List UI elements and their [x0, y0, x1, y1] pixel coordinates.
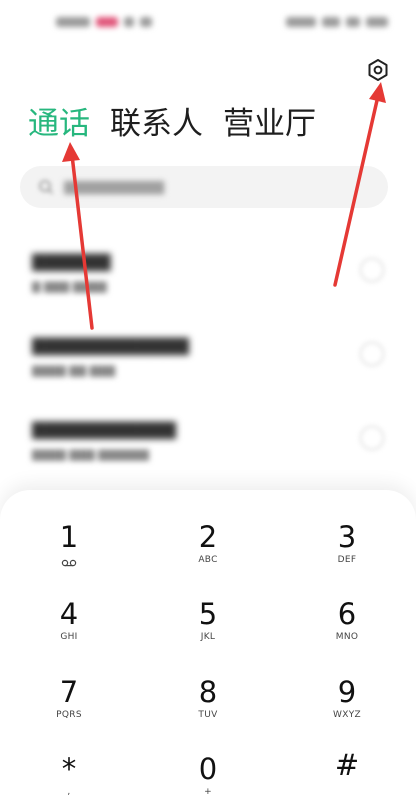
key-7[interactable]: 7 PQRS [14, 675, 124, 745]
key-digit: 0 [198, 752, 218, 786]
search-placeholder-blurred: ▇▇▇▇▇▇▇▇▇▇ [64, 179, 164, 195]
call-meta-blurred: ▇ ▇▇▇ ▇▇▇▇ [32, 280, 107, 293]
key-digit: 5 [198, 597, 218, 631]
key-6[interactable]: 6 MNO [292, 597, 402, 667]
key-digit: 6 [337, 597, 357, 631]
key-8[interactable]: 8 TUV [153, 675, 263, 745]
key-2[interactable]: 2 ABC [153, 520, 263, 590]
call-name-blurred: ▇▇▇▇▇▇▇▇▇▇▇ [32, 420, 176, 440]
key-letters: TUV [198, 710, 218, 720]
key-digit: 1 [59, 520, 79, 554]
key-star[interactable]: * , [14, 752, 124, 800]
key-letters: , [67, 787, 71, 797]
call-log-item[interactable]: ▇▇▇▇▇▇▇▇▇▇▇ ▇▇▇▇ ▇▇▇ ▇▇▇▇▇▇ [0, 420, 416, 494]
key-letters: PQRS [56, 710, 82, 720]
key-letters: ABC [198, 555, 218, 565]
status-bar [0, 0, 416, 44]
settings-button[interactable] [365, 57, 391, 83]
key-digit: * [61, 752, 77, 786]
search-input[interactable]: ▇▇▇▇▇▇▇▇▇▇ [20, 166, 388, 208]
info-icon[interactable] [360, 426, 384, 450]
key-digit: 2 [198, 520, 218, 554]
call-name-blurred: ▇▇▇▇▇▇▇▇▇▇▇▇ [32, 336, 189, 356]
key-5[interactable]: 5 JKL [153, 597, 263, 667]
key-digit: 8 [198, 675, 218, 709]
key-3[interactable]: 3 DEF [292, 520, 402, 590]
status-right-blurred [286, 14, 388, 30]
key-letters: MNO [335, 632, 359, 642]
call-log-item[interactable]: ▇▇▇▇▇▇ ▇ ▇▇▇ ▇▇▇▇ [0, 252, 416, 326]
key-4[interactable]: 4 GHI [14, 597, 124, 667]
key-letters: JKL [200, 632, 216, 642]
call-name-blurred: ▇▇▇▇▇▇ [32, 252, 111, 272]
key-digit: # [334, 748, 360, 782]
call-meta-blurred: ▇▇▇▇ ▇▇▇ ▇▇▇▇▇▇ [32, 448, 149, 461]
status-left-blurred [56, 14, 152, 30]
info-icon[interactable] [360, 258, 384, 282]
info-icon[interactable] [360, 342, 384, 366]
arrow-head-settings [369, 82, 386, 103]
call-log-item[interactable]: ▇▇▇▇▇▇▇▇▇▇▇▇ ▇▇▇▇ ▇▇ ▇▇▇ [0, 336, 416, 410]
key-hash[interactable]: # [292, 748, 402, 800]
search-icon [39, 180, 54, 195]
tab-calls[interactable]: 通话 [28, 100, 90, 148]
top-tabs: 通话 联系人 营业厅 [28, 100, 316, 148]
key-letters: WXYZ [333, 710, 361, 720]
tab-contacts[interactable]: 联系人 [110, 100, 203, 148]
key-digit: 3 [337, 520, 357, 554]
key-letters: GHI [60, 632, 78, 642]
dialpad: 1 2 ABC 3 DEF 4 GHI 5 JKL 6 MNO 7 PQRS 8… [0, 490, 416, 800]
call-meta-blurred: ▇▇▇▇ ▇▇ ▇▇▇ [32, 364, 116, 377]
key-letters [292, 782, 402, 796]
key-digit: 4 [59, 597, 79, 631]
key-1[interactable]: 1 [14, 520, 124, 590]
key-9[interactable]: 9 WXYZ [292, 675, 402, 745]
tab-service-hall[interactable]: 营业厅 [223, 100, 316, 148]
key-0[interactable]: 0 + [153, 752, 263, 800]
key-letters: + [204, 787, 212, 797]
key-digit: 7 [59, 675, 79, 709]
settings-icon [368, 59, 388, 81]
key-digit: 9 [337, 675, 357, 709]
voicemail-icon [14, 554, 124, 568]
key-letters: DEF [337, 555, 357, 565]
